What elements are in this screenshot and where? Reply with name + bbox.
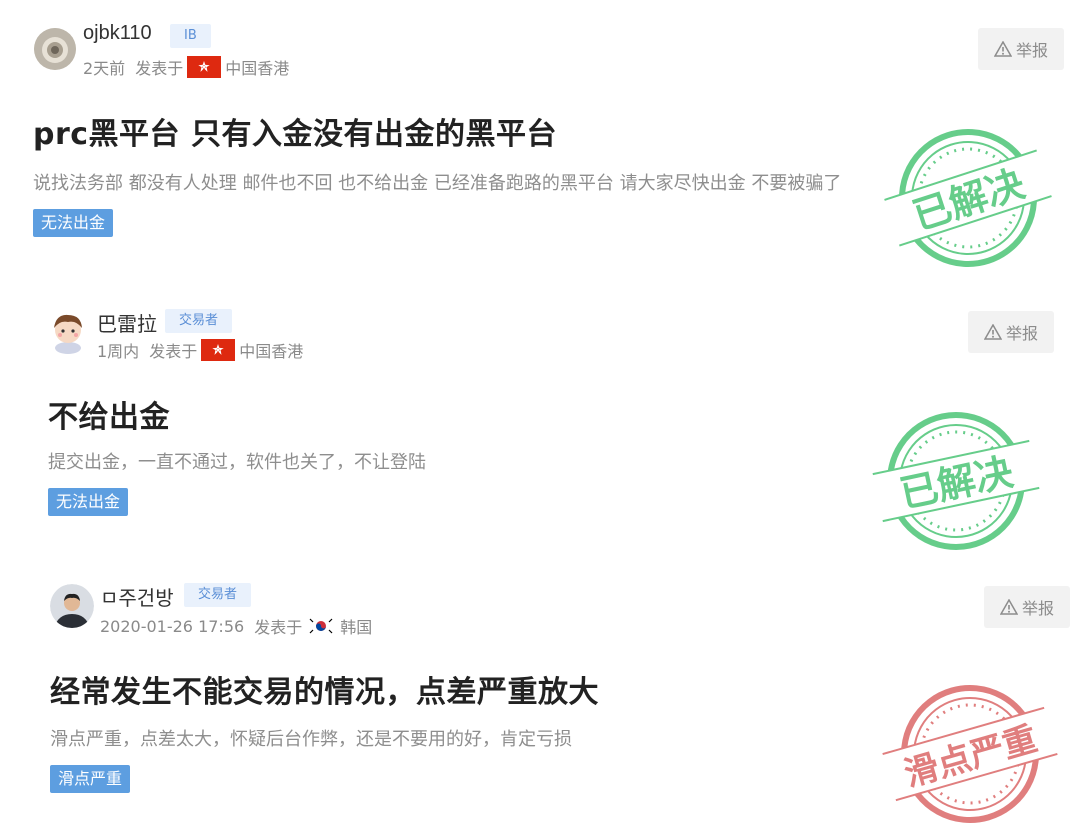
- avatar[interactable]: [34, 28, 76, 70]
- post-title[interactable]: 不给出金: [48, 392, 170, 436]
- issue-tag[interactable]: 无法出金: [48, 488, 129, 516]
- post-region: 中国香港: [239, 342, 304, 361]
- post-meta: 1周内 发表于 中国香港: [97, 338, 303, 362]
- role-badge: 交易者: [165, 309, 233, 333]
- post-time: 1周内: [97, 342, 140, 361]
- user-name[interactable]: ojbk110: [83, 22, 152, 45]
- hong-kong-flag-icon: [201, 339, 236, 361]
- complaint-card[interactable]: ojbk110 IB 2天前 发表于 中国香港 举报 prc黑平台 只有入金没有…: [0, 0, 1080, 270]
- issue-tag[interactable]: 无法出金: [33, 209, 114, 237]
- posted-in-label: 发表于: [149, 342, 198, 361]
- post-time: 2020-01-26 17:56: [100, 616, 245, 636]
- post-region: 中国香港: [225, 59, 290, 78]
- avatar[interactable]: [50, 584, 94, 628]
- role-badge: 交易者: [184, 583, 252, 607]
- post-title[interactable]: 经常发生不能交易的情况，点差严重放大: [50, 667, 599, 711]
- report-label: 举报: [1015, 41, 1048, 60]
- post-body: 提交出金，一直不通过，软件也关了，不让登陆: [48, 452, 426, 473]
- report-button[interactable]: 举报: [984, 586, 1070, 628]
- avatar[interactable]: [48, 310, 88, 354]
- post-body: 滑点严重，点差太大，怀疑后台作弊，还是不要用的好，肯定亏损: [50, 729, 572, 750]
- user-name[interactable]: 巴雷拉: [97, 308, 157, 337]
- post-meta: 2020-01-26 17:56 发表于 韩国: [100, 614, 372, 638]
- post-meta: 2天前 发表于 中国香港: [83, 55, 289, 79]
- post-body: 说找法务部 都没有人处理 邮件也不回 也不给出金 已经准备跑路的黑平台 请大家尽…: [33, 173, 842, 194]
- post-title[interactable]: prc黑平台 只有入金没有出金的黑平台: [33, 109, 557, 153]
- complaint-card[interactable]: ㅁ주건방 交易者 2020-01-26 17:56 发表于 韩国 举报 经常发生…: [4, 562, 1080, 832]
- user-name[interactable]: ㅁ주건방: [100, 582, 174, 611]
- post-region: 韩国: [340, 618, 373, 637]
- south-korea-flag-icon: [306, 616, 337, 636]
- hong-kong-flag-icon: [187, 56, 222, 78]
- resolved-stamp: 已解决: [866, 401, 1046, 565]
- warning-icon: [983, 324, 1002, 340]
- resolved-stamp: 已解决: [878, 118, 1058, 282]
- posted-in-label: 发表于: [254, 618, 303, 637]
- warning-icon: [999, 599, 1018, 615]
- report-button[interactable]: 举报: [968, 311, 1054, 353]
- warning-icon: [993, 41, 1012, 57]
- report-label: 举报: [1021, 599, 1054, 618]
- complaint-card[interactable]: 巴雷拉 交易者 1周内 发表于 中国香港 举报 不给出金 提交出金，一直不通过，…: [4, 283, 1080, 559]
- report-label: 举报: [1005, 324, 1038, 343]
- post-time: 2天前: [83, 59, 126, 78]
- issue-tag[interactable]: 滑点严重: [50, 765, 131, 793]
- role-badge: IB: [170, 24, 211, 48]
- report-button[interactable]: 举报: [978, 28, 1064, 70]
- slippage-stamp: 滑点严重: [880, 674, 1060, 838]
- posted-in-label: 发表于: [135, 59, 184, 78]
